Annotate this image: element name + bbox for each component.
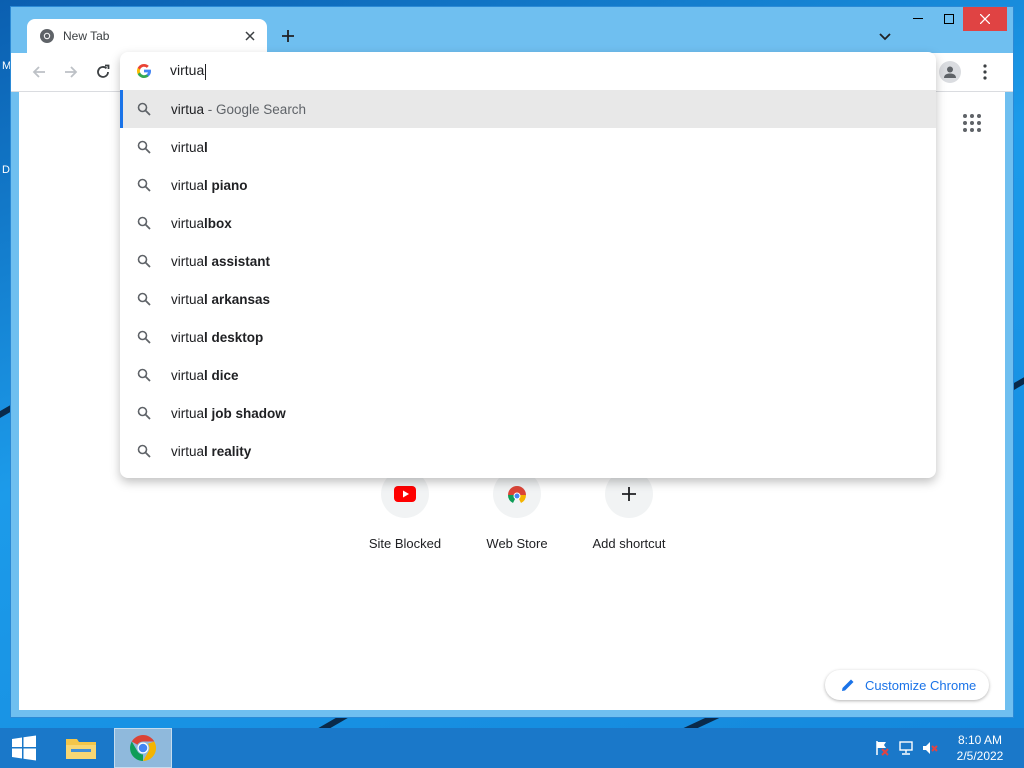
suggestion-text: virtua - Google Search <box>171 102 306 117</box>
suggestion-google-search[interactable]: virtua - Google Search <box>120 90 936 128</box>
more-menu-icon[interactable] <box>977 62 993 82</box>
suggestion-text: virtual job shadow <box>171 406 286 421</box>
folder-icon <box>66 739 96 759</box>
close-window-button[interactable] <box>963 7 1007 31</box>
suggestion-completion: l job shadow <box>204 405 286 421</box>
taskbar: 8:10 AM 2/5/2022 <box>0 728 1024 768</box>
shortcut-site-blocked[interactable]: Site Blocked <box>349 470 461 551</box>
suggestion-item[interactable]: virtual job shadow <box>120 394 936 432</box>
search-icon <box>137 178 151 192</box>
system-clock[interactable]: 8:10 AM 2/5/2022 <box>948 732 1012 764</box>
suggestion-completion: l <box>204 139 208 155</box>
add-shortcut-button[interactable]: Add shortcut <box>573 470 685 551</box>
minimize-button[interactable] <box>901 7 935 31</box>
omnibox-popup: virtua virtua - Google Search virtual vi… <box>120 52 936 478</box>
suggestion-completion: lbox <box>204 215 232 231</box>
address-bar-text[interactable]: virtua <box>170 62 207 80</box>
back-button[interactable] <box>29 62 49 82</box>
customize-chrome-button[interactable]: Customize Chrome <box>825 670 989 700</box>
file-explorer-button[interactable] <box>58 728 104 768</box>
chrome-taskbar-button[interactable] <box>114 728 172 768</box>
search-icon <box>137 140 151 154</box>
suggestion-query: virtua <box>171 101 205 117</box>
shortcuts-grid: Site Blocked Web Store Add shortcut <box>349 470 689 560</box>
suggestion-prefix: virtua <box>171 253 205 269</box>
chevron-down-icon[interactable] <box>875 27 895 47</box>
suggestion-prefix: virtua <box>171 443 205 459</box>
search-icon <box>137 102 151 116</box>
suggestion-prefix: virtua <box>171 291 205 307</box>
google-icon <box>136 63 152 79</box>
clock-date: 2/5/2022 <box>956 749 1004 763</box>
suggestion-text: virtual arkansas <box>171 292 270 307</box>
suggestion-item[interactable]: virtualbox <box>120 204 936 242</box>
customize-chrome-label: Customize Chrome <box>865 677 977 693</box>
suggestion-prefix: virtua <box>171 215 205 231</box>
tab-title: New Tab <box>63 29 110 43</box>
profile-icon[interactable] <box>939 61 961 83</box>
suggestion-completion: l arkansas <box>204 291 271 307</box>
suggestion-text: virtual dice <box>171 368 239 383</box>
suggestion-completion: l piano <box>204 177 248 193</box>
desktop-icon-label[interactable]: D <box>2 164 10 176</box>
suggestion-item[interactable]: virtual desktop <box>120 318 936 356</box>
shortcut-web-store[interactable]: Web Store <box>461 470 573 551</box>
suggestion-prefix: virtua <box>171 139 205 155</box>
suggestion-completion: l desktop <box>204 329 264 345</box>
suggestion-prefix: virtua <box>171 177 205 193</box>
search-icon <box>137 292 151 306</box>
forward-button[interactable] <box>61 62 81 82</box>
chrome-icon <box>130 734 157 762</box>
reload-button[interactable] <box>93 62 113 82</box>
tab-strip: New Tab <box>11 7 1013 53</box>
google-apps-icon[interactable] <box>963 114 983 134</box>
tab-new-tab[interactable]: New Tab <box>27 19 267 53</box>
suggestion-suffix: - Google Search <box>204 101 307 117</box>
pencil-icon <box>841 678 855 692</box>
shortcut-label: Add shortcut <box>592 536 666 551</box>
suggestion-prefix: virtua <box>171 405 205 421</box>
suggestion-item[interactable]: virtual <box>120 128 936 166</box>
suggestion-text: virtual reality <box>171 444 251 459</box>
suggestion-completion: l reality <box>204 443 252 459</box>
suggestion-prefix: virtua <box>171 329 205 345</box>
new-tab-button[interactable] <box>277 25 299 47</box>
windows-logo-icon <box>12 735 36 761</box>
start-button[interactable] <box>0 728 48 768</box>
network-icon[interactable] <box>898 740 916 756</box>
suggestion-text: virtual <box>171 140 208 155</box>
search-icon <box>137 406 151 420</box>
close-tab-icon[interactable] <box>241 27 259 45</box>
text-caret <box>205 63 207 80</box>
suggestion-text: virtual piano <box>171 178 248 193</box>
action-center-icon[interactable] <box>874 740 892 756</box>
suggestion-list: virtua - Google Search virtual virtual p… <box>120 90 936 470</box>
suggestion-item[interactable]: virtual dice <box>120 356 936 394</box>
shortcut-label: Web Store <box>486 536 548 551</box>
search-icon <box>137 444 151 458</box>
search-icon <box>137 368 151 382</box>
clock-time: 8:10 AM <box>957 733 1003 747</box>
search-icon <box>137 330 151 344</box>
search-icon <box>137 254 151 268</box>
suggestion-item[interactable]: virtual assistant <box>120 242 936 280</box>
suggestion-item[interactable]: virtual piano <box>120 166 936 204</box>
suggestion-item[interactable]: virtual reality <box>120 432 936 470</box>
shortcut-label: Site Blocked <box>368 536 442 551</box>
suggestion-completion: l dice <box>204 367 239 383</box>
suggestion-text: virtual assistant <box>171 254 270 269</box>
address-bar[interactable]: virtua <box>120 52 936 90</box>
chrome-icon <box>39 28 55 44</box>
maximize-button[interactable] <box>935 7 963 31</box>
suggestion-text: virtualbox <box>171 216 232 231</box>
suggestion-completion: l assistant <box>204 253 271 269</box>
typed-query: virtua <box>170 62 205 79</box>
suggestion-prefix: virtua <box>171 367 205 383</box>
suggestion-text: virtual desktop <box>171 330 263 345</box>
search-icon <box>137 216 151 230</box>
suggestion-item[interactable]: virtual arkansas <box>120 280 936 318</box>
volume-muted-icon[interactable] <box>922 740 940 756</box>
